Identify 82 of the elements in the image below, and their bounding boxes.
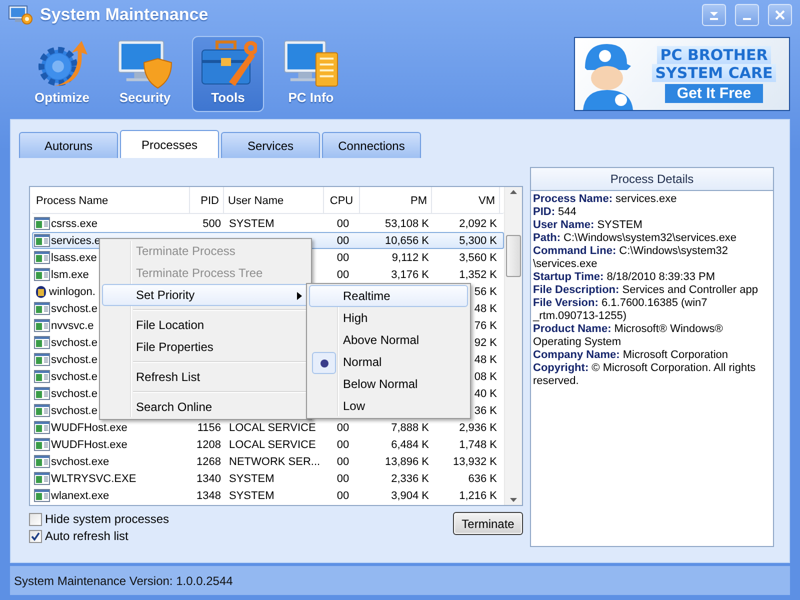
table-cell: svchost.e (51, 404, 98, 416)
table-cell-text: 08 K (473, 370, 498, 382)
table-cell-text: 1156 (196, 422, 222, 434)
table-cell-text: SYSTEM (228, 472, 276, 484)
table-cell-text: 636 K (467, 472, 498, 484)
table-cell-text: SYSTEM (228, 490, 276, 502)
table-cell-text: NETWORK SER... (228, 456, 322, 468)
table-cell: winlogon. (49, 286, 96, 298)
table-cell-text: 00 (336, 252, 350, 264)
detail-line: File Version: 6.1.7600.16385 (win7 _rtm.090713-1255) (533, 297, 708, 323)
table-cell-text: 1,748 K (458, 438, 498, 450)
detail-line: Command Line: C:\Windows\system32 \services.exe (533, 245, 729, 271)
table-cell-text: 00 (336, 438, 350, 450)
table-cell-text: 92 K (473, 336, 498, 348)
table-cell: services.e (51, 234, 101, 246)
table-cell-text: 9,112 K (390, 252, 430, 264)
table-cell-text: 00 (336, 218, 350, 230)
table-cell-text: 53,108 K (384, 218, 430, 230)
table-cell-text: 1348 (196, 490, 222, 502)
table-cell-text: LOCAL SERVICE (228, 422, 317, 434)
detail-line: Company Name: Microsoft Corporation (533, 349, 730, 362)
table-cell-text: 7,888 K (390, 422, 430, 434)
detail-line: Copyright: © Microsoft Corporation. All rights reserved. (533, 362, 757, 388)
table-cell-text: 36 K (473, 404, 498, 416)
table-cell-text: 00 (336, 268, 350, 280)
table-cell-text: 13,932 K (452, 456, 498, 468)
banner-heading: PC BROTHER (657, 46, 771, 64)
table-cell: WUDFHost.exe (51, 422, 128, 434)
table-cell-text: 1,352 K (458, 268, 498, 280)
table-cell-text: 00 (336, 490, 350, 502)
checkbox-label: Hide system processes (45, 512, 170, 526)
window-title: System Maintenance (40, 5, 210, 25)
detail-line: Startup Time: 8/18/2010 8:39:33 PM (533, 271, 716, 284)
detail-line: Product Name: Microsoft® Windows® Operating System (533, 323, 724, 349)
table-cell-text: 13,896 K (384, 456, 430, 468)
table-cell-text: 76 K (473, 320, 498, 332)
table-cell-text: 10,656 K (384, 234, 430, 246)
panel-title: Process Details (531, 168, 773, 191)
table-cell: nvvsvc.e (51, 320, 94, 332)
table-cell-text: 48 K (473, 302, 498, 314)
table-cell-text: 00 (336, 456, 350, 468)
table-cell-text: 5,300 K (458, 234, 498, 246)
table-cell: svchost.e (51, 370, 98, 382)
table-cell: lsm.exe (51, 268, 89, 280)
table-cell-text: 3,904 K (390, 490, 430, 502)
table-cell: svchost.e (51, 388, 98, 400)
table-cell-text: 2,936 K (458, 422, 498, 434)
detail-line: File Description: Services and Controller app (533, 284, 759, 297)
detail-line: Path: C:\Windows\system32\services.exe (533, 232, 738, 245)
table-cell-text: 1208 (196, 438, 222, 450)
table-cell: csrss.exe (51, 218, 98, 230)
table-cell-text: 2,092 K (458, 218, 498, 230)
table-cell-text: 00 (336, 422, 350, 434)
table-cell-text: 1,216 K (458, 490, 498, 502)
table-cell: wlanext.exe (51, 490, 110, 502)
table-cell: svchost.exe (51, 456, 110, 468)
table-cell: svchost.e (51, 302, 98, 314)
status-text: System Maintenance Version: 1.0.0.2544 (14, 574, 233, 588)
table-cell-text: 1340 (196, 472, 222, 484)
table-cell-text: 56 K (473, 286, 498, 298)
table-cell-text: 00 (336, 234, 350, 246)
detail-line: User Name: SYSTEM (533, 219, 644, 232)
table-cell-text: 3,176 K (390, 268, 430, 280)
table-cell-text: LOCAL SERVICE (228, 438, 317, 450)
table-cell: svchost.e (51, 354, 98, 366)
table-cell: WLTRYSVC.EXE (51, 472, 136, 484)
table-cell-text: 40 K (473, 388, 498, 400)
table-cell-text: 48 K (473, 354, 498, 366)
detail-line: Process Name: services.exe (533, 193, 678, 206)
table-cell-text: 2,336 K (390, 472, 430, 484)
table-cell-text: 00 (336, 472, 350, 484)
table-cell: lsass.exe (51, 252, 97, 264)
table-cell: WUDFHost.exe (51, 438, 128, 450)
table-cell-text: SYSTEM (228, 218, 276, 230)
table-cell-text: 1268 (196, 456, 222, 468)
table-cell-text: 500 (202, 218, 222, 230)
checkbox-label: Auto refresh list (45, 529, 128, 543)
detail-line: PID: 544 (533, 206, 578, 219)
table-cell-text: 6,484 K (390, 438, 430, 450)
table-cell-text: 3,560 K (458, 252, 498, 264)
table-cell: svchost.e (51, 336, 98, 348)
banner-heading: SYSTEM CARE (652, 64, 776, 82)
